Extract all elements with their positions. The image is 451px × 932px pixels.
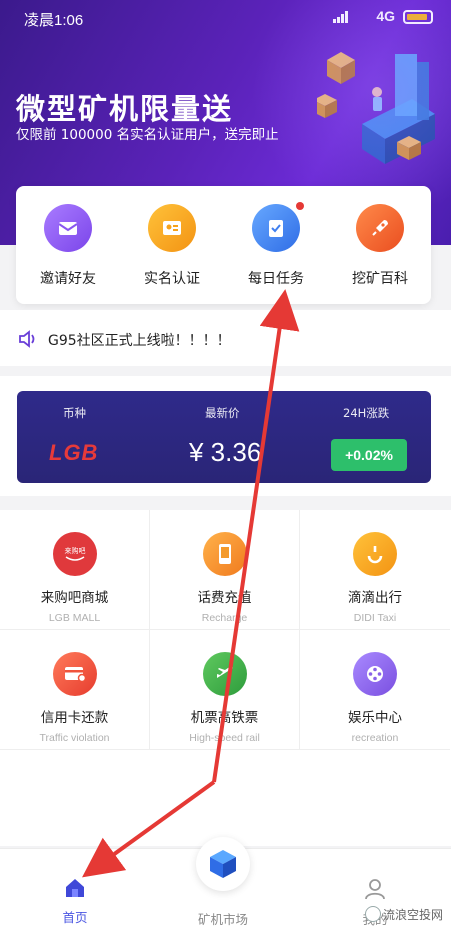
- status-bar: 凌晨1:06 4G: [0, 0, 451, 34]
- nav-label: 矿机市场: [197, 912, 248, 927]
- nav-label: 首页: [62, 910, 88, 925]
- credit-card-icon: [52, 652, 97, 696]
- promo-title: 微型矿机限量送: [16, 92, 234, 126]
- service-title: 机票高铁票: [190, 710, 259, 726]
- rocket-icon: [356, 204, 404, 252]
- service-credit-card[interactable]: 信用卡还款 Traffic violation: [0, 630, 150, 750]
- announcement-text: G95社区正式上线啦！！！！: [48, 333, 231, 349]
- service-title: 滴滴出行: [348, 590, 402, 606]
- service-didi[interactable]: 滴滴出行 DIDI Taxi: [300, 510, 450, 630]
- service-subtitle: Traffic violation: [39, 732, 110, 744]
- network-type: 4G: [376, 8, 395, 24]
- quick-action-invite[interactable]: 邀请好友: [16, 204, 120, 288]
- service-title: 娱乐中心: [348, 710, 402, 726]
- price-change-badge: +0.02%: [331, 439, 407, 471]
- service-subtitle: recreation: [351, 732, 399, 744]
- battery-icon: [403, 10, 433, 24]
- service-entertainment[interactable]: 娱乐中心 recreation: [300, 630, 450, 750]
- service-subtitle: LGB MALL: [48, 612, 101, 624]
- film-reel-icon: [353, 652, 397, 696]
- lgb-logo: LGB: [49, 440, 99, 465]
- checklist-icon: [252, 202, 304, 252]
- promo-subtitle: 仅限前 100000 名实名认证用户，送完即止: [16, 127, 279, 143]
- quick-action-label: 实名认证: [144, 271, 200, 287]
- quick-actions-card: 邀请好友 实名认证 每日任务 挖矿百科: [16, 186, 431, 304]
- service-recharge[interactable]: 话费充值 Recharge: [150, 510, 300, 630]
- nav-home[interactable]: 首页: [20, 877, 130, 926]
- didi-icon: [353, 532, 397, 576]
- plane-icon: [202, 652, 247, 696]
- speaker-icon: [19, 330, 35, 348]
- wechat-icon: [364, 906, 381, 922]
- id-card-icon: [148, 204, 196, 252]
- laigouba-icon: 来购吧: [52, 532, 97, 576]
- watermark-text: 流浪空投网: [382, 908, 443, 922]
- isometric-miner-illustration: [317, 52, 435, 164]
- service-title: 来购吧商城: [40, 590, 109, 606]
- service-subtitle: High-speed rail: [189, 732, 260, 744]
- quick-action-label: 挖矿百科: [352, 271, 408, 287]
- service-title: 信用卡还款: [40, 710, 109, 726]
- quick-action-label: 邀请好友: [40, 271, 96, 287]
- services-grid: 来购吧 来购吧商城 LGB MALL 话费充值 Recharge 滴滴出行 DI…: [0, 510, 451, 750]
- service-lgb-mall[interactable]: 来购吧 来购吧商城 LGB MALL: [0, 510, 150, 630]
- nav-miner-market[interactable]: 矿机市场: [168, 909, 278, 928]
- content-spacer: [0, 750, 451, 846]
- column-header-coin: 币种: [63, 406, 86, 420]
- service-tickets[interactable]: 机票高铁票 High-speed rail: [150, 630, 300, 750]
- miner-cube-icon[interactable]: [196, 837, 250, 891]
- service-subtitle: DIDI Taxi: [353, 612, 397, 624]
- service-title: 话费充值: [197, 590, 252, 606]
- announcement-bar[interactable]: G95社区正式上线啦！！！！: [0, 310, 451, 366]
- notification-badge: [296, 202, 304, 210]
- signal-icon: [333, 11, 351, 23]
- market-ticker-card[interactable]: 币种 最新价 24H涨跌 LGB ¥ 3.36 +0.02%: [17, 391, 431, 483]
- latest-price: ¥ 3.36: [189, 437, 262, 467]
- quick-action-daily-task[interactable]: 每日任务: [224, 202, 328, 288]
- market-section: 币种 最新价 24H涨跌 LGB ¥ 3.36 +0.02%: [0, 376, 451, 496]
- watermark: 流浪空投网: [364, 906, 443, 923]
- phone-recharge-icon: [202, 532, 247, 576]
- mail-gift-icon: [44, 204, 92, 252]
- column-header-change: 24H涨跌: [343, 406, 390, 420]
- home-icon: [66, 879, 84, 897]
- user-icon: [365, 879, 385, 900]
- quick-action-label: 每日任务: [248, 271, 304, 287]
- quick-action-encyclopedia[interactable]: 挖矿百科: [328, 204, 432, 288]
- column-header-price: 最新价: [205, 406, 240, 420]
- status-time: 凌晨1:06: [24, 12, 84, 29]
- quick-action-verify[interactable]: 实名认证: [120, 204, 224, 288]
- service-subtitle: Recharge: [201, 612, 248, 624]
- svg-text:来购吧: 来购吧: [64, 546, 85, 555]
